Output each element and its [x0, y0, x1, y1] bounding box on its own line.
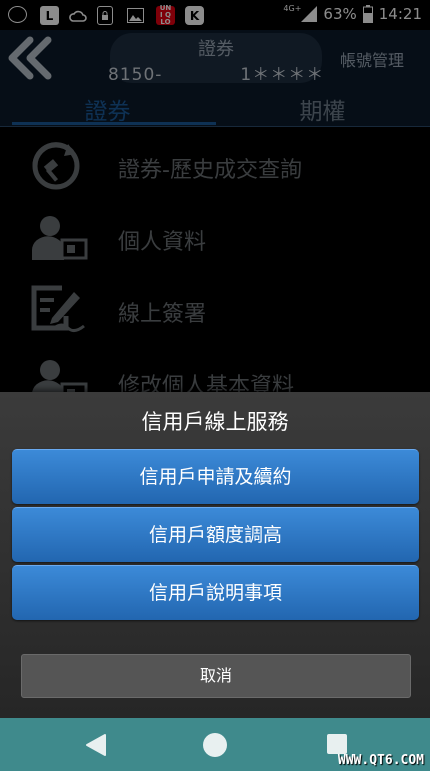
- credit-info-button[interactable]: 信用戶說明事項: [12, 565, 419, 620]
- nav-home-icon[interactable]: [202, 732, 228, 758]
- credit-limit-increase-button[interactable]: 信用戶額度調高: [12, 507, 419, 562]
- credit-apply-renew-button[interactable]: 信用戶申請及續約: [12, 449, 419, 504]
- cancel-button[interactable]: 取消: [21, 654, 411, 698]
- watermark: WWW.QT6.COM: [337, 753, 424, 768]
- nav-recents-icon[interactable]: [326, 733, 348, 755]
- action-sheet-dialog: 信用戶線上服務 信用戶申請及續約 信用戶額度調高 信用戶說明事項 取消: [0, 392, 430, 718]
- dialog-title: 信用戶線上服務: [141, 410, 289, 434]
- nav-back-icon[interactable]: [84, 733, 108, 757]
- system-nav-bar: WWW.QT6.COM: [0, 718, 430, 771]
